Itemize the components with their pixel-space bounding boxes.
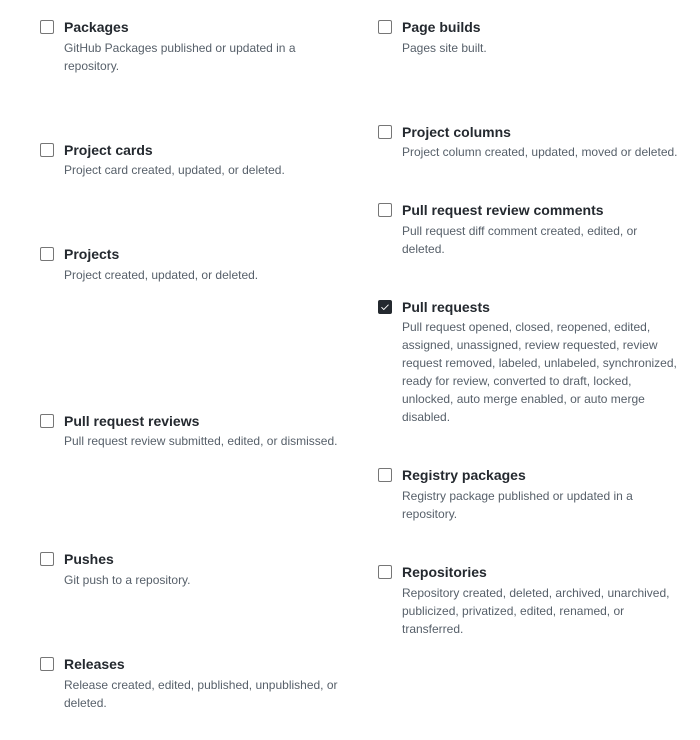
events-column-left: PackagesGitHub Packages published or upd… [40, 18, 342, 740]
event-description: Project column created, updated, moved o… [402, 143, 680, 161]
event-description: Pull request review submitted, edited, o… [64, 432, 342, 450]
event-title: Pushes [64, 550, 342, 570]
event-pull-request-reviews: Pull request reviewsPull request review … [40, 412, 342, 451]
event-description: Registry package published or updated in… [402, 487, 680, 523]
event-projects: ProjectsProject created, updated, or del… [40, 245, 342, 284]
event-title: Pull request review comments [402, 201, 680, 221]
event-content: PushesGit push to a repository. [64, 550, 342, 589]
checkbox-pull-requests[interactable] [378, 300, 392, 314]
event-project-cards: Project cardsProject card created, updat… [40, 141, 342, 180]
event-description: Repository created, deleted, archived, u… [402, 584, 680, 638]
checkbox-registry-packages[interactable] [378, 468, 392, 482]
spacer [40, 617, 342, 655]
event-description: Git push to a repository. [64, 571, 342, 589]
event-pull-request-review-comments: Pull request review commentsPull request… [378, 201, 680, 258]
event-title: Repositories [402, 563, 680, 583]
event-description: Project card created, updated, or delete… [64, 161, 342, 179]
event-pushes: PushesGit push to a repository. [40, 550, 342, 589]
checkbox-pushes[interactable] [40, 552, 54, 566]
spacer [378, 286, 680, 298]
event-content: ReleasesRelease created, edited, publish… [64, 655, 342, 712]
spacer [378, 454, 680, 466]
checkbox-packages[interactable] [40, 20, 54, 34]
checkbox-page-builds[interactable] [378, 20, 392, 34]
checkbox-releases[interactable] [40, 657, 54, 671]
event-description: Pull request diff comment created, edite… [402, 222, 680, 258]
event-repositories: RepositoriesRepository created, deleted,… [378, 563, 680, 638]
event-content: Pull requestsPull request opened, closed… [402, 298, 680, 427]
spacer [378, 551, 680, 563]
event-content: PackagesGitHub Packages published or upd… [64, 18, 342, 75]
checkbox-projects[interactable] [40, 247, 54, 261]
event-registry-packages: Registry packagesRegistry package publis… [378, 466, 680, 523]
event-description: Pages site built. [402, 39, 680, 57]
event-releases: ReleasesRelease created, edited, publish… [40, 655, 342, 712]
event-title: Project cards [64, 141, 342, 161]
event-page-builds: Page buildsPages site built. [378, 18, 680, 57]
event-content: Page buildsPages site built. [402, 18, 680, 57]
event-pull-requests: Pull requestsPull request opened, closed… [378, 298, 680, 427]
checkbox-pull-request-review-comments[interactable] [378, 203, 392, 217]
event-description: Release created, edited, published, unpu… [64, 676, 342, 712]
spacer [378, 189, 680, 201]
spacer [40, 312, 342, 412]
event-content: ProjectsProject created, updated, or del… [64, 245, 342, 284]
event-content: Registry packagesRegistry package publis… [402, 466, 680, 523]
spacer [40, 478, 342, 550]
event-title: Projects [64, 245, 342, 265]
checkbox-pull-request-reviews[interactable] [40, 414, 54, 428]
event-content: Project cardsProject card created, updat… [64, 141, 342, 180]
event-title: Packages [64, 18, 342, 38]
checkbox-project-columns[interactable] [378, 125, 392, 139]
event-content: Pull request reviewsPull request review … [64, 412, 342, 451]
event-project-columns: Project columnsProject column created, u… [378, 123, 680, 162]
event-title: Page builds [402, 18, 680, 38]
checkbox-project-cards[interactable] [40, 143, 54, 157]
event-title: Releases [64, 655, 342, 675]
event-title: Project columns [402, 123, 680, 143]
event-title: Registry packages [402, 466, 680, 486]
spacer [40, 207, 342, 245]
checkmark-icon [380, 302, 390, 312]
spacer [378, 85, 680, 123]
event-description: Pull request opened, closed, reopened, e… [402, 318, 680, 426]
event-description: Project created, updated, or deleted. [64, 266, 342, 284]
event-title: Pull requests [402, 298, 680, 318]
event-packages: PackagesGitHub Packages published or upd… [40, 18, 342, 75]
event-description: GitHub Packages published or updated in … [64, 39, 342, 75]
event-title: Pull request reviews [64, 412, 342, 432]
events-columns: PackagesGitHub Packages published or upd… [40, 18, 680, 740]
event-content: Pull request review commentsPull request… [402, 201, 680, 258]
spacer [40, 103, 342, 141]
event-content: Project columnsProject column created, u… [402, 123, 680, 162]
event-content: RepositoriesRepository created, deleted,… [402, 563, 680, 638]
events-column-right: Page buildsPages site built. Project colu… [378, 18, 680, 740]
checkbox-repositories[interactable] [378, 565, 392, 579]
